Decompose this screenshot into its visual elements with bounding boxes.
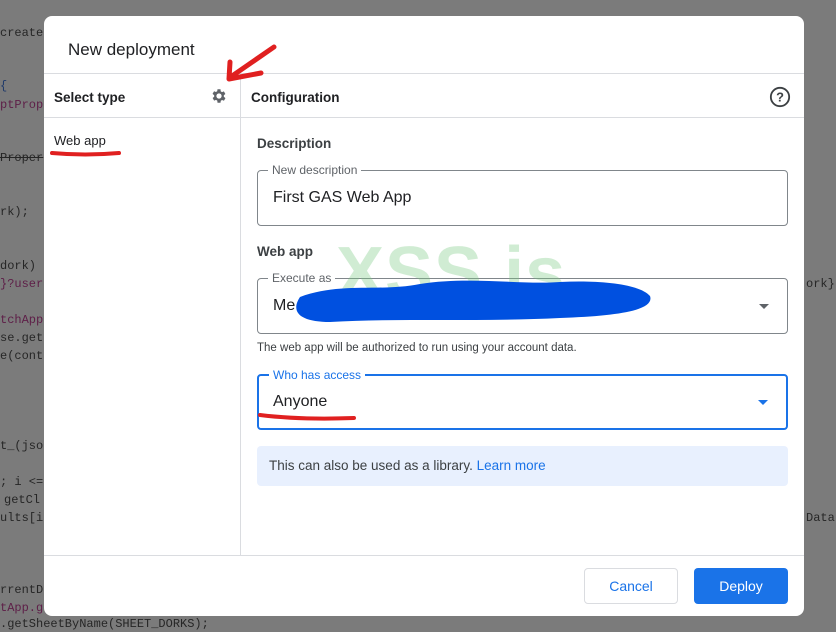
dialog-footer: Cancel Deploy xyxy=(44,555,804,616)
watermark: XSS.is xyxy=(336,233,567,313)
code-line: tApp.g xyxy=(0,601,44,615)
svg-text:?: ? xyxy=(776,90,784,105)
code-line: { xyxy=(0,79,8,93)
execute-as-hint: The web app will be authorized to run us… xyxy=(257,342,577,354)
configuration-heading: Configuration xyxy=(251,90,340,105)
description-field-label: New description xyxy=(268,163,362,177)
deploy-button[interactable]: Deploy xyxy=(694,568,788,604)
dialog-title: New deployment xyxy=(68,40,195,59)
who-has-access-label: Who has access xyxy=(269,368,366,382)
execute-as-value: Me xyxy=(273,297,296,314)
code-line: }?user xyxy=(0,277,44,291)
code-line: Proper xyxy=(0,151,44,165)
dropdown-arrow-icon xyxy=(759,304,769,309)
learn-more-link[interactable]: Learn more xyxy=(477,458,546,473)
code-line: .getSheetByName(SHEET_DORKS); xyxy=(0,617,209,631)
code-line: se.get xyxy=(0,331,44,345)
description-field-value: First GAS Web App xyxy=(273,189,412,206)
code-line: dork) xyxy=(0,259,37,273)
cancel-button[interactable]: Cancel xyxy=(584,568,678,604)
code-line: ptProp xyxy=(0,98,44,112)
dropdown-arrow-icon xyxy=(758,400,768,405)
code-line: ; i <= xyxy=(0,475,44,489)
code-line: ork} xyxy=(806,277,835,291)
help-icon[interactable]: ? xyxy=(769,86,791,108)
code-line: Data xyxy=(806,511,835,525)
new-deployment-dialog: New deployment Select type Configuration… xyxy=(44,16,804,616)
info-text: This can also be used as a library. xyxy=(269,458,473,473)
who-has-access-value: Anyone xyxy=(273,393,328,410)
library-info-banner: This can also be used as a library. Lear… xyxy=(257,446,788,486)
who-has-access-select[interactable]: Who has access Anyone xyxy=(257,368,788,430)
code-line: getCl xyxy=(4,493,41,507)
webapp-section-label: Web app xyxy=(257,244,314,259)
code-line: ults[i xyxy=(0,511,44,525)
type-item-web-app[interactable]: Web app xyxy=(54,133,106,148)
code-line: rrentD xyxy=(0,583,44,597)
code-line: tchApp xyxy=(0,313,44,327)
code-line: e(cont xyxy=(0,349,44,363)
code-line: t_(jso xyxy=(0,439,44,453)
code-line: rk); xyxy=(0,205,29,219)
description-section-label: Description xyxy=(257,136,332,151)
execute-as-label: Execute as xyxy=(268,271,336,285)
code-line: create xyxy=(0,26,44,40)
description-field[interactable]: New description First GAS Web App xyxy=(257,163,788,226)
